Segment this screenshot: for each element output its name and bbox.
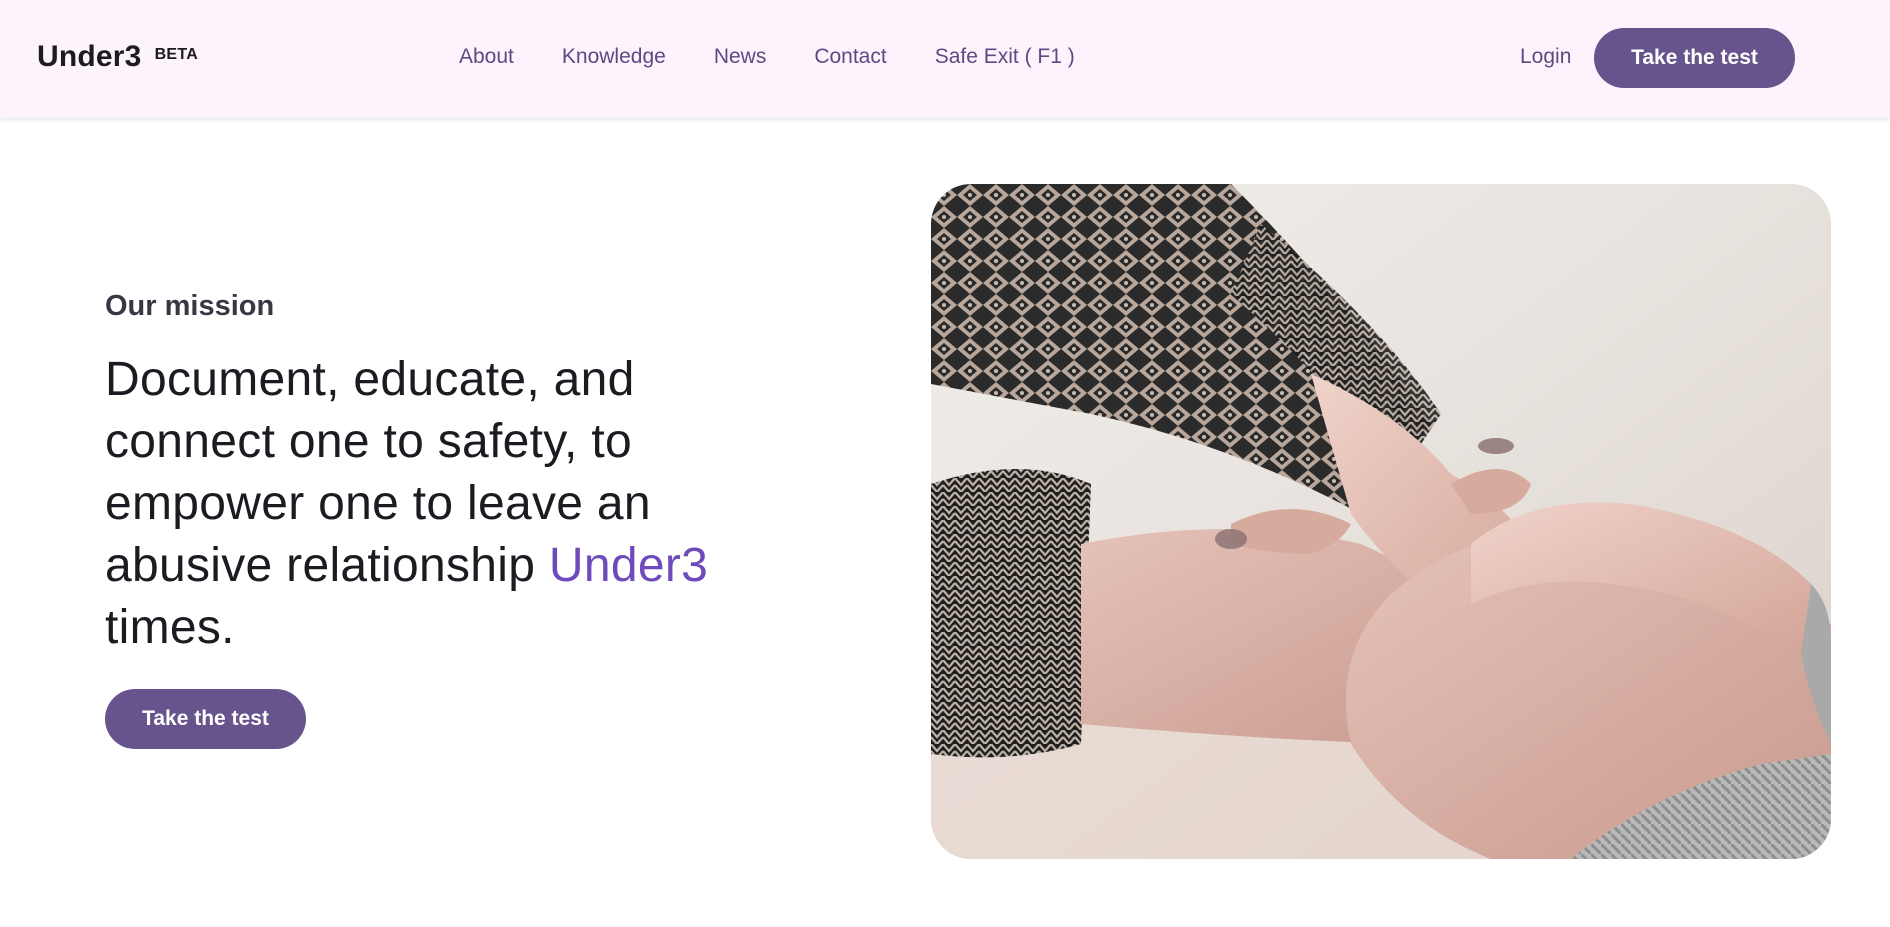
beta-badge: BETA	[154, 46, 199, 63]
headline-accent: Under3	[548, 539, 709, 592]
brand-logo[interactable]: Under3 BETA	[37, 40, 198, 74]
mission-block: Our mission Document, educate, and conne…	[105, 290, 805, 659]
holding-hands-illustration	[931, 184, 1831, 859]
holding-hands-photo	[931, 184, 1831, 859]
login-link[interactable]: Login	[1520, 45, 1571, 69]
site-header: Under3 BETA About Knowledge News Contact…	[0, 0, 1890, 118]
take-test-hero-button[interactable]: Take the test	[105, 689, 306, 749]
nav-news[interactable]: News	[714, 45, 767, 69]
nav-knowledge[interactable]: Knowledge	[562, 45, 666, 69]
headline-tail: times.	[105, 601, 235, 654]
brand-name: Under3	[37, 40, 142, 73]
nav-safe-exit[interactable]: Safe Exit ( F1 )	[935, 45, 1075, 69]
take-test-header-button[interactable]: Take the test	[1594, 28, 1795, 88]
mission-headline: Document, educate, and connect one to sa…	[105, 349, 805, 659]
mission-eyebrow: Our mission	[105, 290, 275, 322]
nav-about[interactable]: About	[459, 45, 514, 69]
nav-contact[interactable]: Contact	[814, 45, 886, 69]
main-nav: About Knowledge News Contact Safe Exit (…	[459, 45, 1075, 69]
